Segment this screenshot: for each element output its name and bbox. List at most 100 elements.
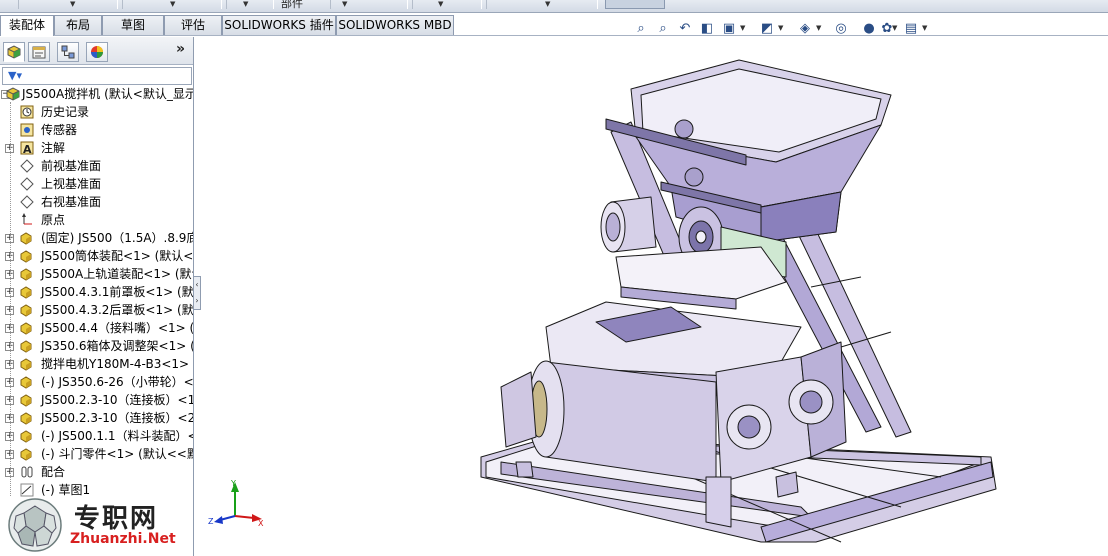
watermark-text: 专职网 xyxy=(74,504,159,534)
ribbon-selected-button[interactable] xyxy=(605,0,665,9)
subassembly-icon xyxy=(19,356,35,372)
root-assembly-icon xyxy=(5,86,21,102)
tree-connector-line xyxy=(10,102,11,496)
tree-item[interactable]: 右视基准面 xyxy=(0,193,193,211)
subassembly-icon xyxy=(19,428,35,444)
hide-show-icon[interactable]: ◎ xyxy=(832,20,850,38)
tree-item-label: JS500A上轨道装配<1> (默认 xyxy=(41,267,194,281)
dropdown-arrow-icon[interactable]: ▼ xyxy=(892,24,897,32)
zoom-to-fit-icon[interactable]: ⌕ xyxy=(632,20,650,38)
triad-x-label: X xyxy=(258,519,264,528)
tree-item-label: JS500.4.4（接料嘴）<1> (默 xyxy=(41,321,194,335)
display-style-icon[interactable]: ◈ xyxy=(796,20,814,38)
ribbon-partial-label[interactable]: 部件 xyxy=(281,0,303,11)
tree-item[interactable]: + A 注解 xyxy=(0,139,193,157)
zoom-area-icon[interactable]: ⌕ xyxy=(654,20,672,38)
dropdown-arrow-icon[interactable]: ▼ xyxy=(170,0,175,8)
dropdown-arrow-icon[interactable]: ▼ xyxy=(243,0,248,8)
section-view-icon[interactable]: ◧ xyxy=(698,20,716,38)
subassembly-icon xyxy=(19,230,35,246)
origin-icon xyxy=(19,212,35,228)
view-orientation-icon[interactable]: ◩ xyxy=(758,20,776,38)
subassembly-icon xyxy=(19,410,35,426)
tree-item[interactable]: + JS500.4.3.1前罩板<1> (默认 xyxy=(0,283,193,301)
history-icon xyxy=(19,104,35,120)
tree-item[interactable]: + (-) JS500.1.1（料斗装配）< xyxy=(0,427,194,445)
tree-item[interactable]: + 配合 xyxy=(0,463,193,481)
tree-item[interactable]: 原点 xyxy=(0,211,193,229)
tab-solidworks-addins[interactable]: SOLIDWORKS 插件 xyxy=(222,15,336,35)
display-manager-tab[interactable] xyxy=(86,42,108,62)
tree-item[interactable]: + JS500.4.4（接料嘴）<1> (默 xyxy=(0,319,194,337)
ribbon-group[interactable] xyxy=(226,0,274,9)
tree-item[interactable]: + 搅拌电机Y180M-4-B3<1> ( xyxy=(0,355,194,373)
tree-item-label: 搅拌电机Y180M-4-B3<1> ( xyxy=(41,357,194,371)
subassembly-icon xyxy=(19,338,35,354)
tab-solidworks-mbd[interactable]: SOLIDWORKS MBD xyxy=(336,15,454,35)
tree-item[interactable]: + JS500A上轨道装配<1> (默认 xyxy=(0,265,194,283)
tab-sketch[interactable]: 草图 xyxy=(102,15,164,35)
subassembly-icon xyxy=(19,266,35,282)
ribbon-group[interactable] xyxy=(486,0,598,9)
tree-item[interactable]: 上视基准面 xyxy=(0,175,193,193)
dropdown-arrow-icon[interactable]: ▼ xyxy=(816,24,821,32)
dropdown-arrow-icon[interactable]: ▼ xyxy=(740,24,745,32)
filter-icon[interactable]: ▼▾ xyxy=(8,69,22,82)
tree-item[interactable]: + JS500.2.3-10（连接板）<2 xyxy=(0,409,194,427)
dynamic-annotation-icon[interactable]: ▣ xyxy=(720,20,738,38)
property-manager-tab[interactable] xyxy=(28,42,50,62)
tree-item[interactable]: + JS500筒体装配<1> (默认< xyxy=(0,247,193,265)
tab-layout[interactable]: 布局 xyxy=(54,15,102,35)
heads-up-view-toolbar: ⌕ ⌕ ↶ ◧ ▣ ◩ ◈ ◎ ● ✿ ▤ ▼ ▼ ▼ ▼ ▼ xyxy=(630,20,930,40)
tree-item[interactable]: + (-) 斗门零件<1> (默认<<默 xyxy=(0,445,194,463)
subassembly-icon xyxy=(19,446,35,462)
mixer-3d-model[interactable] xyxy=(201,37,1108,556)
subassembly-icon xyxy=(19,320,35,336)
dropdown-arrow-icon[interactable]: ▼ xyxy=(342,0,347,8)
panel-collapse-handle[interactable]: ‹ › xyxy=(193,276,201,310)
tree-item-label: JS500.2.3-10（连接板）<2 xyxy=(41,411,194,425)
configuration-manager-tab[interactable] xyxy=(57,42,79,62)
graphics-area[interactable] xyxy=(201,37,1108,556)
tree-item-label: (-) 斗门零件<1> (默认<<默 xyxy=(41,447,194,461)
ribbon-strip: ▼ ▼ ▼ 部件 ▼ ▼ ▼ xyxy=(0,0,1108,13)
tree-item-label: JS500.2.3-10（连接板）<1 xyxy=(41,393,194,407)
tree-item-label: 前视基准面 xyxy=(41,159,102,173)
dropdown-arrow-icon[interactable]: ▼ xyxy=(922,24,927,32)
tree-root-assembly[interactable]: − JS500A搅拌机 (默认<默认_显示 xyxy=(0,85,193,103)
feature-manager-tab[interactable] xyxy=(3,42,25,62)
display-manager-icon xyxy=(91,46,103,58)
dropdown-arrow-icon[interactable]: ▼ xyxy=(438,0,443,8)
previous-view-icon[interactable]: ↶ xyxy=(676,20,694,38)
tab-assembly[interactable]: 装配体 xyxy=(0,15,54,36)
tree-item-label: (-) JS500.1.1（料斗装配）< xyxy=(41,429,194,443)
dropdown-arrow-icon[interactable]: ▼ xyxy=(70,0,75,8)
subassembly-icon xyxy=(19,248,35,264)
tree-item[interactable]: 历史记录 xyxy=(0,103,193,121)
triad-z-label: Z xyxy=(208,517,214,526)
tab-evaluate[interactable]: 评估 xyxy=(164,15,222,35)
coordinate-triad: Y X Z xyxy=(208,479,264,528)
tree-item[interactable]: 传感器 xyxy=(0,121,193,139)
view-settings-icon[interactable]: ▤ xyxy=(902,20,920,38)
property-manager-icon xyxy=(32,46,46,59)
dropdown-arrow-icon[interactable]: ▼ xyxy=(545,0,550,8)
ribbon-group[interactable] xyxy=(18,0,118,9)
edit-appearance-icon[interactable]: ● xyxy=(860,20,878,38)
ribbon-group[interactable] xyxy=(412,0,482,9)
tree-item[interactable]: + JS500.4.3.2后罩板<1> (默认 xyxy=(0,301,194,319)
tree-item-label: JS500.4.3.2后罩板<1> (默认 xyxy=(41,303,194,317)
tree-item[interactable]: + (-) JS350.6-26（小带轮）< xyxy=(0,373,193,391)
command-manager-tabs: 装配体 布局 草图 评估 SOLIDWORKS 插件 SOLIDWORKS MB… xyxy=(0,14,1108,36)
plane-icon xyxy=(19,176,35,192)
tree-item-label: 配合 xyxy=(41,465,66,479)
tree-item[interactable]: + JS500.2.3-10（连接板）<1 xyxy=(0,391,194,409)
panel-expand-icon[interactable]: » xyxy=(176,41,185,57)
tree-item-label: (固定) JS500（1.5A）.8.9底 xyxy=(41,231,194,245)
tree-item[interactable]: + JS350.6箱体及调整架<1> (默 xyxy=(0,337,193,355)
tree-item[interactable]: + (固定) JS500（1.5A）.8.9底 xyxy=(0,229,194,247)
tree-item[interactable]: 前视基准面 xyxy=(0,157,193,175)
dropdown-arrow-icon[interactable]: ▼ xyxy=(778,24,783,32)
watermark-url: Zhuanzhi.Net xyxy=(70,531,176,547)
tree-filter-input[interactable]: ▼▾ xyxy=(2,67,192,85)
